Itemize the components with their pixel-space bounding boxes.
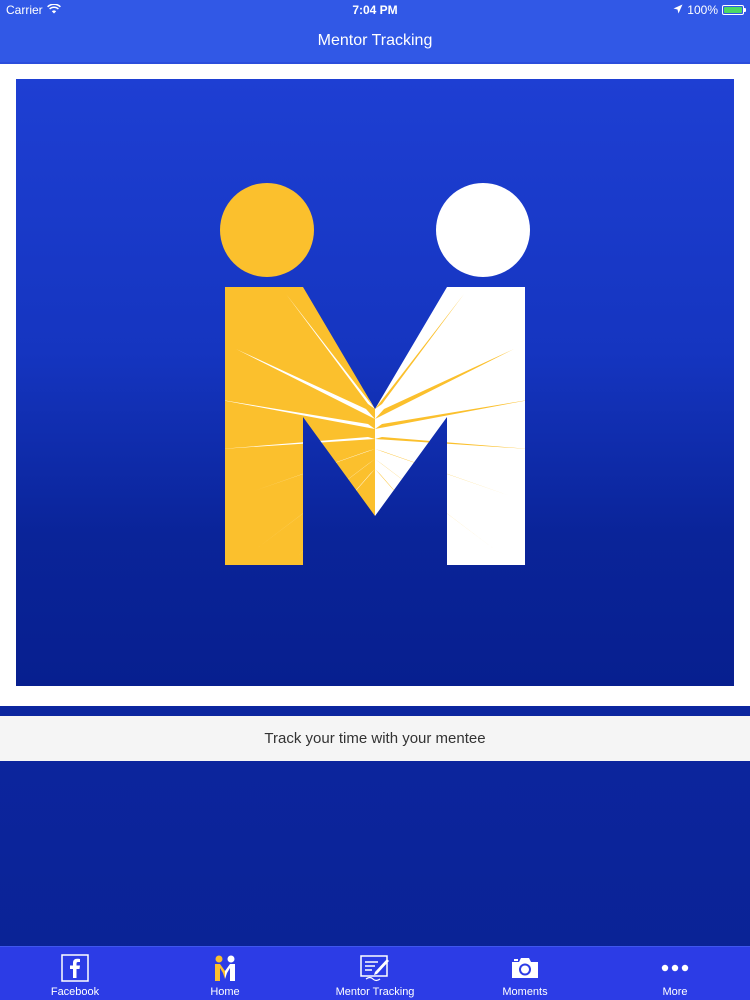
location-arrow-icon bbox=[673, 3, 683, 17]
tab-bar: Facebook Home Mentor Tracking Moments Mo… bbox=[0, 946, 750, 1000]
hero-frame bbox=[0, 64, 750, 706]
tab-label-facebook: Facebook bbox=[50, 986, 100, 998]
home-m-logo-icon bbox=[210, 953, 240, 983]
battery-fill bbox=[724, 7, 742, 13]
tab-label-more: More bbox=[662, 986, 688, 998]
battery-percent: 100% bbox=[687, 3, 718, 17]
tab-label-mentor-tracking: Mentor Tracking bbox=[335, 986, 415, 998]
status-bar: Carrier 7:04 PM 100% bbox=[0, 0, 750, 20]
mentor-m-logo-icon bbox=[220, 183, 530, 565]
hero-image bbox=[16, 79, 734, 686]
edit-pen-icon bbox=[360, 953, 390, 983]
status-right-group: 100% bbox=[673, 3, 746, 17]
tab-label-home: Home bbox=[210, 986, 240, 998]
caption-text: Track your time with your mentee bbox=[264, 730, 486, 747]
nav-bar: Mentor Tracking bbox=[0, 20, 750, 62]
tab-mentor-tracking[interactable]: Mentor Tracking bbox=[300, 947, 450, 1000]
caption-bar: Track your time with your mentee bbox=[0, 716, 750, 761]
tab-more[interactable]: More bbox=[600, 947, 750, 1000]
status-time: 7:04 PM bbox=[352, 3, 398, 17]
facebook-icon bbox=[60, 953, 90, 983]
page-title: Mentor Tracking bbox=[317, 32, 433, 49]
tab-label-moments: Moments bbox=[502, 986, 548, 998]
app-screen: Carrier 7:04 PM 100% Mentor Tracking Tra… bbox=[0, 0, 750, 1000]
battery-icon bbox=[722, 5, 746, 15]
camera-icon bbox=[510, 953, 540, 983]
tab-moments[interactable]: Moments bbox=[450, 947, 600, 1000]
more-dots-icon bbox=[660, 953, 690, 983]
tab-home[interactable]: Home bbox=[150, 947, 300, 1000]
tab-facebook[interactable]: Facebook bbox=[0, 947, 150, 1000]
